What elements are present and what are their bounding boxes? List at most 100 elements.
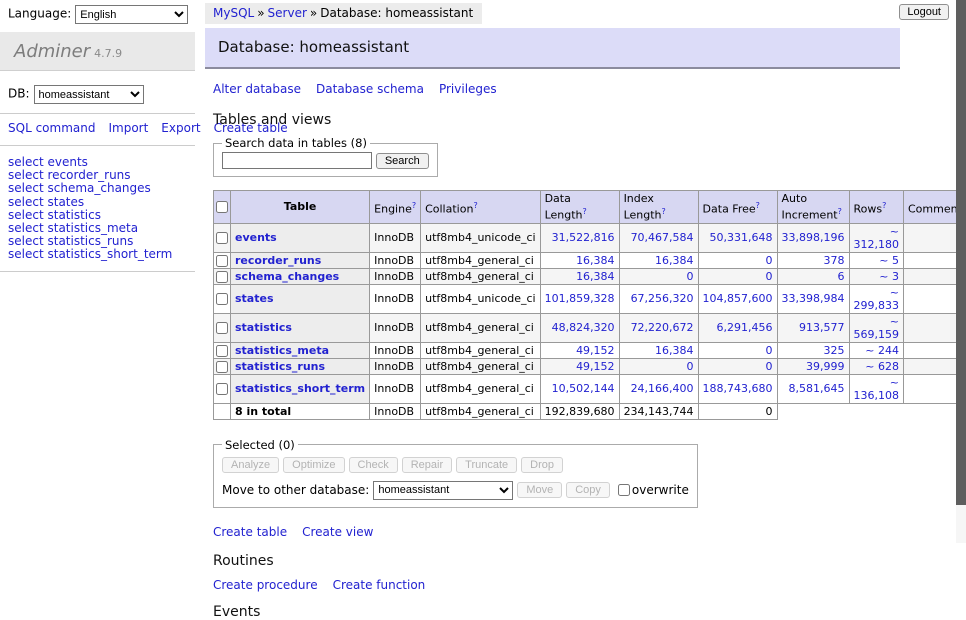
- index-length-link[interactable]: 16,384: [655, 344, 694, 357]
- data-free-link[interactable]: 0: [766, 360, 773, 373]
- index-length-link[interactable]: 70,467,584: [631, 231, 694, 244]
- select-link[interactable]: select: [8, 221, 44, 235]
- sidebar-action-sql-command[interactable]: SQL command: [8, 121, 95, 135]
- select-link[interactable]: select: [8, 195, 44, 209]
- breadcrumb-server-link[interactable]: Server: [268, 6, 307, 20]
- table-name-link-statistics_runs[interactable]: statistics_runs: [235, 360, 325, 373]
- sidebar-table-link-schema_changes[interactable]: schema_changes: [47, 181, 150, 195]
- move-database-select[interactable]: homeassistant: [373, 481, 513, 500]
- row-checkbox[interactable]: [216, 232, 228, 244]
- select-link[interactable]: select: [8, 247, 44, 261]
- row-checkbox[interactable]: [216, 383, 228, 395]
- move-button[interactable]: Move: [517, 482, 562, 498]
- select-link[interactable]: select: [8, 181, 44, 195]
- breadcrumb-mysql-link[interactable]: MySQL: [213, 6, 254, 20]
- table-name-link-recorder_runs[interactable]: recorder_runs: [235, 254, 321, 267]
- language-select[interactable]: English: [75, 5, 188, 24]
- truncate-button[interactable]: Truncate: [456, 457, 517, 473]
- auto-increment-link[interactable]: 33,898,196: [782, 231, 845, 244]
- column-help-link[interactable]: ?: [583, 207, 587, 216]
- db-select[interactable]: homeassistant: [34, 85, 144, 104]
- sidebar-table-link-states[interactable]: states: [47, 195, 84, 209]
- vertical-scrollbar[interactable]: [956, 0, 966, 543]
- sidebar-table-link-statistics_short_term[interactable]: statistics_short_term: [47, 247, 172, 261]
- select-all-checkbox[interactable]: [216, 201, 228, 213]
- repair-button[interactable]: Repair: [402, 457, 452, 473]
- check-button[interactable]: Check: [349, 457, 398, 473]
- column-help-link[interactable]: ?: [756, 201, 760, 210]
- db-link-privileges[interactable]: Privileges: [439, 82, 497, 96]
- index-length-link[interactable]: 0: [687, 360, 694, 373]
- sidebar-action-export[interactable]: Export: [161, 121, 200, 135]
- auto-increment-link[interactable]: 33,398,984: [782, 292, 845, 305]
- db-link-database-schema[interactable]: Database schema: [316, 82, 424, 96]
- select-link[interactable]: select: [8, 155, 44, 169]
- table-name-link-statistics[interactable]: statistics: [235, 321, 292, 334]
- table-name-link-statistics_short_term[interactable]: statistics_short_term: [235, 382, 365, 395]
- column-help-link[interactable]: ?: [838, 207, 842, 216]
- index-length-link[interactable]: 0: [687, 270, 694, 283]
- sidebar-table-link-statistics_runs[interactable]: statistics_runs: [47, 234, 133, 248]
- data-length-link[interactable]: 49,152: [576, 360, 615, 373]
- routine-link-create-function[interactable]: Create function: [333, 578, 426, 592]
- table-name-link-schema_changes[interactable]: schema_changes: [235, 270, 339, 283]
- rows-link[interactable]: ~ 299,833: [854, 286, 900, 312]
- index-length-link[interactable]: 67,256,320: [631, 292, 694, 305]
- create-link-create-view[interactable]: Create view: [302, 525, 373, 539]
- row-checkbox[interactable]: [216, 293, 228, 305]
- rows-link[interactable]: ~ 5: [879, 254, 899, 267]
- data-free-link[interactable]: 0: [766, 254, 773, 267]
- row-checkbox[interactable]: [216, 271, 228, 283]
- rows-link[interactable]: ~ 628: [865, 360, 899, 373]
- select-link[interactable]: select: [8, 168, 44, 182]
- data-length-link[interactable]: 101,859,328: [545, 292, 615, 305]
- data-length-link[interactable]: 16,384: [576, 254, 615, 267]
- column-help-link[interactable]: ?: [882, 201, 886, 210]
- rows-link[interactable]: ~ 3: [879, 270, 899, 283]
- row-checkbox[interactable]: [216, 361, 228, 373]
- sidebar-table-link-statistics[interactable]: statistics: [47, 208, 101, 222]
- auto-increment-link[interactable]: 39,999: [806, 360, 845, 373]
- rows-link[interactable]: ~ 312,180: [854, 225, 900, 251]
- db-link-alter-database[interactable]: Alter database: [213, 82, 301, 96]
- overwrite-checkbox[interactable]: [618, 484, 630, 496]
- optimize-button[interactable]: Optimize: [283, 457, 344, 473]
- auto-increment-link[interactable]: 325: [824, 344, 845, 357]
- index-length-link[interactable]: 72,220,672: [631, 321, 694, 334]
- sidebar-table-link-recorder_runs[interactable]: recorder_runs: [47, 168, 130, 182]
- data-length-link[interactable]: 48,824,320: [552, 321, 615, 334]
- rows-link[interactable]: ~ 569,159: [854, 315, 900, 341]
- data-free-link[interactable]: 188,743,680: [703, 382, 773, 395]
- sidebar-table-link-events[interactable]: events: [47, 155, 87, 169]
- auto-increment-link[interactable]: 378: [824, 254, 845, 267]
- rows-link[interactable]: ~ 136,108: [854, 376, 900, 402]
- row-checkbox[interactable]: [216, 322, 228, 334]
- table-name-link-events[interactable]: events: [235, 231, 277, 244]
- data-length-link[interactable]: 16,384: [576, 270, 615, 283]
- select-link[interactable]: select: [8, 234, 44, 248]
- data-free-link[interactable]: 0: [766, 344, 773, 357]
- column-help-link[interactable]: ?: [662, 207, 666, 216]
- logout-button[interactable]: Logout: [899, 4, 949, 20]
- index-length-link[interactable]: 16,384: [655, 254, 694, 267]
- auto-increment-link[interactable]: 8,581,645: [789, 382, 845, 395]
- row-checkbox[interactable]: [216, 345, 228, 357]
- analyze-button[interactable]: Analyze: [222, 457, 279, 473]
- rows-link[interactable]: ~ 244: [865, 344, 899, 357]
- sidebar-table-link-statistics_meta[interactable]: statistics_meta: [47, 221, 138, 235]
- adminer-logo-link[interactable]: Adminer: [14, 41, 90, 62]
- row-checkbox[interactable]: [216, 255, 228, 267]
- column-help-link[interactable]: ?: [473, 201, 477, 210]
- scrollbar-thumb[interactable]: [956, 0, 966, 505]
- sidebar-action-import[interactable]: Import: [108, 121, 148, 135]
- data-free-link[interactable]: 104,857,600: [703, 292, 773, 305]
- column-help-link[interactable]: ?: [412, 201, 416, 210]
- auto-increment-link[interactable]: 913,577: [799, 321, 845, 334]
- create-link-create-table[interactable]: Create table: [213, 525, 287, 539]
- data-free-link[interactable]: 6,291,456: [717, 321, 773, 334]
- search-input[interactable]: [222, 152, 372, 169]
- data-length-link[interactable]: 10,502,144: [552, 382, 615, 395]
- data-length-link[interactable]: 31,522,816: [552, 231, 615, 244]
- table-name-link-statistics_meta[interactable]: statistics_meta: [235, 344, 329, 357]
- data-length-link[interactable]: 49,152: [576, 344, 615, 357]
